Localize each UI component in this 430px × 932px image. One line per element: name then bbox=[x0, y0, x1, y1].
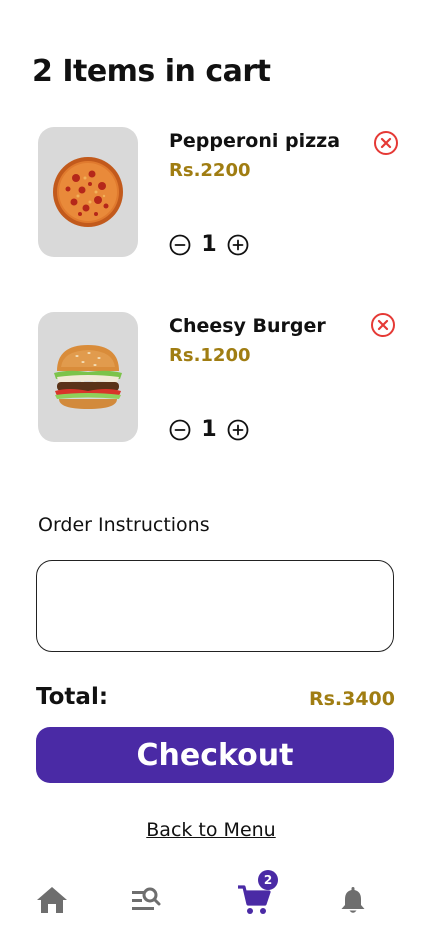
item-price: Rs.1200 bbox=[169, 345, 251, 366]
item-name: Pepperoni pizza bbox=[169, 130, 341, 152]
remove-item-button[interactable] bbox=[370, 312, 396, 338]
order-instructions-input[interactable] bbox=[36, 560, 394, 652]
minus-circle-icon[interactable] bbox=[169, 419, 191, 441]
cart-item: Pepperoni pizza Rs.2200 1 bbox=[0, 127, 430, 267]
remove-item-button[interactable] bbox=[373, 130, 399, 156]
quantity-stepper: 1 bbox=[169, 234, 249, 256]
burger-image bbox=[54, 345, 122, 409]
nav-menu[interactable] bbox=[126, 880, 166, 920]
nav-notifications[interactable] bbox=[333, 880, 373, 920]
bell-icon bbox=[341, 887, 365, 913]
page-title: 2 Items in cart bbox=[32, 54, 271, 89]
quantity-stepper: 1 bbox=[169, 419, 249, 441]
nav-home[interactable] bbox=[32, 880, 72, 920]
close-circle-icon bbox=[371, 313, 395, 337]
plus-circle-icon[interactable] bbox=[227, 419, 249, 441]
quantity-value: 1 bbox=[201, 232, 217, 257]
total-label: Total: bbox=[36, 684, 109, 710]
cart-count-badge: 2 bbox=[258, 870, 278, 890]
total-value: Rs.3400 bbox=[308, 688, 395, 710]
item-image-burger bbox=[38, 312, 138, 442]
bottom-nav: 2 bbox=[0, 870, 430, 932]
pizza-image bbox=[53, 157, 123, 227]
menu-search-icon bbox=[132, 887, 161, 910]
quantity-value: 1 bbox=[201, 417, 217, 442]
home-icon bbox=[37, 887, 67, 913]
item-price: Rs.2200 bbox=[169, 160, 251, 181]
item-name: Cheesy Burger bbox=[169, 315, 326, 337]
plus-circle-icon[interactable] bbox=[227, 234, 249, 256]
cart-item: Cheesy Burger Rs.1200 1 bbox=[0, 312, 430, 452]
checkout-button[interactable]: Checkout bbox=[36, 727, 394, 783]
order-instructions-label: Order Instructions bbox=[38, 514, 210, 536]
close-circle-icon bbox=[374, 131, 398, 155]
back-to-menu-link[interactable]: Back to Menu bbox=[0, 819, 422, 841]
nav-cart[interactable]: 2 bbox=[234, 870, 278, 920]
minus-circle-icon[interactable] bbox=[169, 234, 191, 256]
item-image-pizza bbox=[38, 127, 138, 257]
